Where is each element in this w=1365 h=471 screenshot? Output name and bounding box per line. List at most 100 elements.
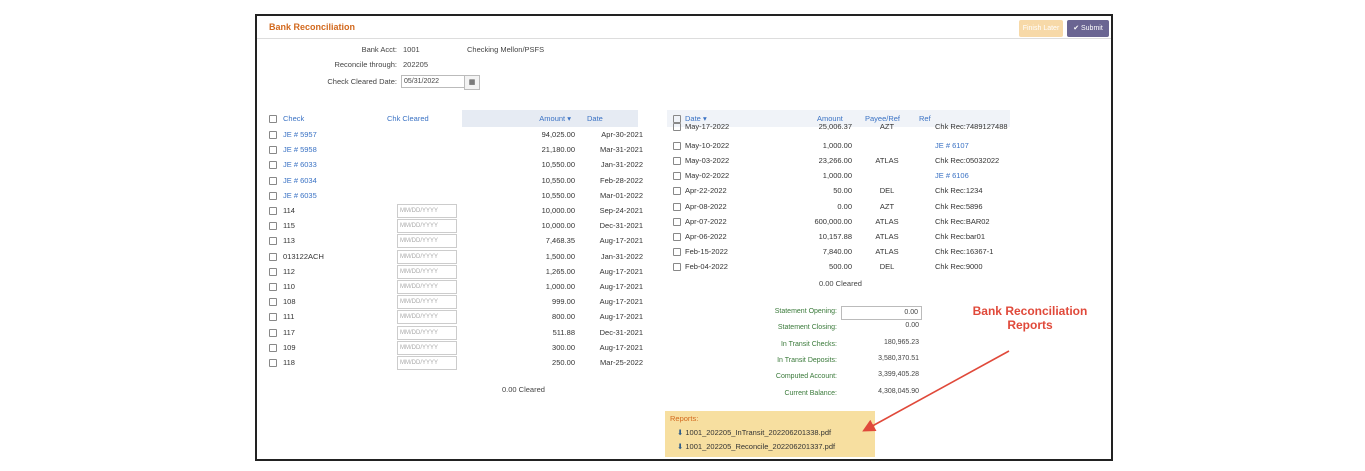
- payee-cell: ATLAS: [875, 246, 899, 256]
- row-checkbox[interactable]: [269, 176, 277, 185]
- payee-cell: ATLAS: [875, 156, 899, 166]
- report-file-name: 1001_202205_InTransit_202206201338.pdf: [685, 428, 832, 437]
- payee-cell: ATLAS: [875, 216, 899, 226]
- check-column-header[interactable]: Check: [283, 110, 304, 127]
- row-checkbox[interactable]: [269, 131, 277, 139]
- row-checkbox[interactable]: [269, 283, 277, 291]
- row-checkbox[interactable]: [673, 157, 681, 166]
- chk-cleared-date-input[interactable]: MM/DD/YYYY: [397, 249, 457, 264]
- finish-later-button[interactable]: Finish Later: [1019, 20, 1063, 37]
- amount-cell: 7,468.35: [545, 236, 575, 246]
- amount-cell: 250.00: [552, 358, 575, 367]
- row-checkbox[interactable]: [673, 202, 681, 211]
- date-cell: Jan-31-2022: [600, 251, 643, 261]
- row-checkbox[interactable]: [673, 232, 681, 241]
- chk-cleared-date-input[interactable]: MM/DD/YYYY: [397, 356, 457, 370]
- amount-cell: 1,000.00: [822, 171, 852, 181]
- chk-cleared-date-input[interactable]: MM/DD/YYYY: [397, 264, 457, 279]
- check-number[interactable]: JE # 6034: [283, 173, 317, 188]
- date-cell: Feb-15-2022: [685, 246, 728, 256]
- statement-opening-input[interactable]: 0.00: [841, 306, 922, 320]
- reports-label: Reports:: [670, 414, 699, 423]
- row-checkbox[interactable]: [269, 298, 277, 307]
- ref-cell: Chk Rec:9000: [935, 261, 983, 271]
- ref-cell[interactable]: JE # 6107: [935, 138, 1010, 153]
- date-cell: Dec-31-2021: [599, 327, 643, 337]
- left-select-all-checkbox[interactable]: [269, 110, 277, 127]
- table-row: 115 MM/DD/YYYY 10,000.00 Dec-31-2021: [257, 218, 647, 234]
- check-number[interactable]: JE # 5958: [283, 142, 317, 157]
- date-cell: Aug-17-2021: [599, 266, 643, 276]
- amount-cell: 23,266.00: [818, 156, 852, 166]
- amount-cell: 7,840.00: [822, 246, 852, 256]
- amount-cell: 10,000.00: [541, 221, 575, 231]
- check-number[interactable]: JE # 6033: [283, 157, 317, 172]
- chk-cleared-date-input[interactable]: MM/DD/YYYY: [397, 325, 457, 340]
- row-checkbox[interactable]: [269, 207, 277, 215]
- row-checkbox[interactable]: [673, 172, 681, 181]
- chk-cleared-date-input[interactable]: MM/DD/YYYY: [397, 234, 457, 249]
- row-checkbox[interactable]: [269, 146, 277, 155]
- row-checkbox[interactable]: [673, 247, 681, 256]
- report-file-link[interactable]: ⬇ 1001_202205_InTransit_202206201338.pdf: [677, 428, 831, 437]
- bank-acct-label: Bank Acct:: [361, 45, 397, 54]
- ref-cell[interactable]: JE # 6106: [935, 168, 1010, 183]
- amount-cell: 999.00: [552, 297, 575, 307]
- ref-cell: Chk Rec:7489127488: [935, 123, 1008, 131]
- date-cell: May-10-2022: [685, 141, 730, 151]
- row-checkbox[interactable]: [269, 222, 277, 231]
- row-checkbox[interactable]: [269, 359, 277, 367]
- check-number[interactable]: JE # 6035: [283, 188, 317, 203]
- chk-cleared-date-input[interactable]: MM/DD/YYYY: [397, 204, 457, 218]
- download-icon: ⬇: [677, 428, 684, 437]
- date-cell: Mar-01-2022: [600, 190, 643, 200]
- date-cell: Apr-07-2022: [685, 216, 727, 226]
- date-cell: Aug-17-2021: [599, 312, 643, 322]
- row-checkbox[interactable]: [673, 187, 681, 196]
- ref-cell: Chk Rec:16367-1: [935, 246, 994, 256]
- row-checkbox[interactable]: [269, 267, 277, 276]
- submit-label: Submit: [1081, 25, 1103, 32]
- date-cell: Aug-17-2021: [599, 236, 643, 246]
- table-row: May-03-2022 23,266.00 ATLAS Chk Rec:0503202…: [667, 153, 1010, 168]
- row-checkbox[interactable]: [269, 191, 277, 200]
- amount-cell: 10,550.00: [541, 190, 575, 200]
- row-checkbox[interactable]: [673, 142, 681, 151]
- annotation-arrow: [862, 350, 1010, 432]
- chk-cleared-column-header[interactable]: Chk Cleared: [387, 110, 429, 127]
- chk-cleared-date-input[interactable]: MM/DD/YYYY: [397, 295, 457, 310]
- check-number: 117: [283, 327, 295, 337]
- row-checkbox[interactable]: [269, 237, 277, 246]
- check-number[interactable]: JE # 5957: [283, 127, 317, 142]
- chk-cleared-date-input[interactable]: MM/DD/YYYY: [397, 340, 457, 355]
- row-checkbox[interactable]: [673, 123, 681, 131]
- row-checkbox[interactable]: [269, 252, 277, 261]
- table-row: 110 MM/DD/YYYY 1,000.00 Aug-17-2021: [257, 279, 647, 294]
- date-column-header[interactable]: Date: [587, 110, 603, 127]
- sort-desc-icon: ▾: [702, 114, 707, 123]
- row-checkbox[interactable]: [269, 161, 277, 170]
- cleared-date-input[interactable]: 05/31/2022: [401, 75, 467, 88]
- date-cell: Apr-08-2022: [685, 201, 727, 211]
- calendar-icon[interactable]: ▦: [464, 75, 480, 90]
- row-checkbox[interactable]: [673, 217, 681, 226]
- submit-button[interactable]: ✔ Submit: [1067, 20, 1109, 37]
- table-row: 111 MM/DD/YYYY 800.00 Aug-17-2021: [257, 309, 647, 325]
- chk-cleared-date-input[interactable]: MM/DD/YYYY: [397, 219, 457, 234]
- chk-cleared-date-input[interactable]: MM/DD/YYYY: [397, 280, 457, 294]
- check-number: 112: [283, 266, 295, 276]
- row-checkbox[interactable]: [269, 313, 277, 322]
- amount-column-header[interactable]: Amount ▾: [519, 110, 571, 127]
- date-cell: Jan-31-2022: [600, 160, 643, 170]
- chk-cleared-date-input[interactable]: MM/DD/YYYY: [397, 310, 457, 325]
- cleared-date-label: Check Cleared Date:: [327, 77, 397, 86]
- row-checkbox[interactable]: [269, 328, 277, 337]
- row-checkbox[interactable]: [673, 262, 681, 271]
- date-cell: Feb-04-2022: [685, 261, 728, 271]
- row-checkbox[interactable]: [269, 343, 277, 352]
- annotation-callout: Bank Reconciliation Reports: [972, 304, 1088, 332]
- table-row: Apr-06-2022 10,157.88 ATLAS Chk Rec:bar01: [667, 229, 1010, 244]
- payee-cell: DEL: [879, 186, 895, 196]
- report-file-link[interactable]: ⬇ 1001_202205_Reconcile_202206201337.pdf: [677, 442, 835, 451]
- app-window: Bank Reconciliation Finish Later ✔ Submi…: [255, 14, 1113, 461]
